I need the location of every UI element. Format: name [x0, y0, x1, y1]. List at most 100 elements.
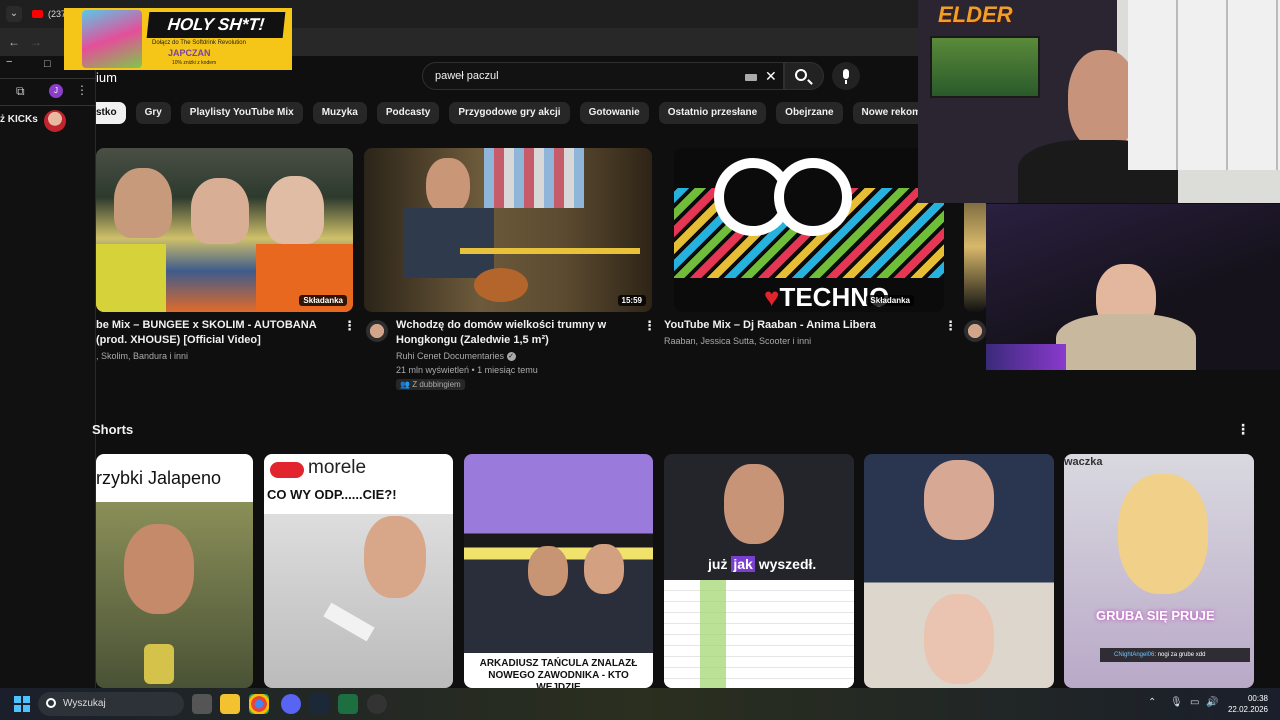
short-thumbnail[interactable]: rzybki Jalapeno [96, 454, 253, 688]
video-stats: 21 mln wyświetleń • 1 miesiąc temu [396, 365, 538, 375]
video-title[interactable]: Wchodzę do domów wielkości trumny w Hong… [396, 318, 636, 348]
channel-avatar[interactable] [964, 320, 986, 342]
windows-start-icon[interactable] [14, 696, 30, 712]
minus-icon[interactable]: − [6, 56, 12, 68]
discord-icon[interactable] [281, 694, 301, 714]
display-tray-icon[interactable]: ▭ [1190, 697, 1199, 708]
short-brand: morele [308, 457, 367, 478]
stream-overlay-name: ELDER [938, 2, 1013, 27]
video-meta: Raaban, Jessica Sutta, Scooter i inni [664, 336, 812, 346]
video-title[interactable]: be Mix – BUNGEE x SKOLIM - AUTOBANA (pro… [96, 318, 332, 348]
ad-fineprint: 10% zniżki z kodem [172, 60, 217, 66]
youtube-favicon-icon [32, 10, 43, 18]
chip-recently-uploaded[interactable]: Ostatnio przesłane [658, 102, 767, 124]
chip-games[interactable]: Gry [135, 102, 171, 124]
volume-icon[interactable]: 🔊 [1206, 697, 1218, 708]
voice-search-button[interactable] [832, 62, 860, 90]
tray-chevron-icon[interactable]: ⌃ [1148, 697, 1156, 708]
taskbar-search-label: Wyszukaj [63, 698, 106, 709]
verified-icon: ✓ [506, 352, 516, 362]
back-arrow-icon[interactable]: ← [6, 34, 22, 50]
keyboard-icon[interactable] [745, 74, 757, 81]
microphone-tray-icon[interactable]: 🎙 [1170, 697, 1183, 708]
taskbar-search[interactable]: Wyszukaj [38, 692, 184, 716]
short-thumbnail[interactable]: morele CO WY ODP......CIE?! [264, 454, 453, 688]
short-caption: już jak wyszedł. [708, 556, 816, 572]
search-input[interactable]: paweł paczul [435, 70, 499, 82]
chrome-icon[interactable] [249, 694, 269, 714]
mix-badge: Składanka [866, 295, 914, 306]
bookmark-kicks[interactable]: ż KICKs [0, 114, 38, 125]
chip-watched[interactable]: Obejrzane [776, 102, 843, 124]
channel-avatar[interactable] [366, 320, 388, 342]
caption-part-b: jak [731, 556, 755, 572]
filter-chips: stko Gry Playlisty YouTube Mix Muzyka Po… [96, 102, 968, 124]
short-caption: GRUBA SIĘ PRUJE [1096, 608, 1215, 623]
short-thumbnail[interactable]: ARKADIUSZ TAŃCULA ZNALAZŁ NOWEGO ZAWODNI… [464, 454, 653, 688]
video-thumbnail[interactable]: ♥TECHNO Składanka [674, 148, 944, 312]
ad-brand: JAPCZAN [168, 48, 211, 58]
short-caption: ARKADIUSZ TAŃCULA ZNALAZŁ NOWEGO ZAWODNI… [479, 658, 638, 688]
short-caption: rzybki Jalapeno [96, 468, 222, 488]
chat-text: nogi za grube xdd [1157, 652, 1206, 658]
short-thumbnail[interactable]: waczka GRUBA SIĘ PRUJE CNightAngel06: no… [1064, 454, 1254, 688]
video-thumbnail[interactable]: Składanka [96, 148, 353, 312]
browser-menu-icon[interactable]: ⋮ [76, 83, 88, 97]
tab-search-chevron-icon[interactable]: ⌄ [6, 6, 22, 22]
short-caption: CO WY ODP......CIE?! [267, 487, 397, 502]
chip-all[interactable]: stko [96, 102, 126, 124]
video-thumbnail[interactable]: 15:59 [364, 148, 652, 312]
shorts-menu-icon[interactable]: ⋮ [1236, 421, 1250, 438]
ad-subline: Dołącz do The Softdrink Revolution [152, 40, 246, 46]
short-thumbnail[interactable]: już jak wyszedł. [664, 454, 854, 688]
search-icon [46, 698, 56, 708]
sponsor-ad-overlay: HOLY SH*T! Dołącz do The Softdrink Revol… [64, 8, 292, 70]
dub-icon: 👥 [400, 380, 410, 389]
short-top-fragment: waczka [1064, 456, 1103, 468]
profile-avatar[interactable]: J [49, 84, 63, 98]
chip-music[interactable]: Muzyka [312, 102, 367, 124]
kick-avatar[interactable] [44, 110, 66, 132]
short-thumbnail[interactable] [864, 454, 1054, 688]
task-view-icon[interactable] [192, 694, 212, 714]
dub-label: Z dubbingiem [412, 380, 461, 389]
chat-user: CNightAngel06 [1114, 652, 1155, 658]
chip-podcasts[interactable]: Podcasty [376, 102, 440, 124]
file-explorer-icon[interactable] [220, 694, 240, 714]
system-clock[interactable]: 00:38 22.02.2026 [1228, 693, 1268, 715]
caption-part-a: już [708, 556, 732, 572]
video-menu-icon[interactable]: ⋮ [343, 318, 356, 334]
maximize-icon[interactable]: □ [44, 58, 51, 70]
mix-badge: Składanka [299, 295, 347, 306]
chip-mix-playlists[interactable]: Playlisty YouTube Mix [180, 102, 303, 124]
ad-headline: HOLY SH*T! [146, 12, 286, 38]
steam-icon[interactable] [309, 694, 329, 714]
chip-action-adventure[interactable]: Przygodowe gry akcji [449, 102, 570, 124]
video-title[interactable]: YouTube Mix – Dj Raaban - Anima Libera [664, 318, 924, 333]
streamer-webcam: ELDER [918, 0, 1280, 203]
duration-badge: 15:59 [617, 295, 646, 306]
obs-icon[interactable] [367, 694, 387, 714]
channel-name[interactable]: Ruhi Cenet Documentaries ✓ [396, 349, 516, 363]
forward-arrow-icon[interactable]: → [28, 34, 44, 50]
video-meta: , Skolim, Bandura i inni [96, 351, 189, 361]
video-menu-icon[interactable]: ⋮ [944, 318, 957, 334]
microphone-icon [843, 69, 849, 84]
channel-name-text[interactable]: Ruhi Cenet Documentaries [396, 351, 504, 361]
dubbing-badge: 👥 Z dubbingiem [396, 379, 465, 390]
extensions-puzzle-icon[interactable]: ⧉ [16, 84, 25, 99]
shorts-section-title: Shorts [92, 422, 134, 437]
windows-taskbar: Wyszukaj ⌃ 🎙 ▭ 🔊 00:38 22.02.2026 [0, 688, 1280, 720]
search-icon [795, 69, 807, 81]
search-box[interactable]: paweł paczul ✕ [422, 62, 784, 90]
excel-icon[interactable] [338, 694, 358, 714]
clear-search-icon[interactable]: ✕ [765, 68, 777, 85]
clock-date: 22.02.2026 [1227, 705, 1268, 714]
chat-message: CNightAngel06: nogi za grube xdd [1100, 648, 1250, 662]
caption-part-c: wyszedł. [754, 556, 817, 572]
video-menu-icon[interactable]: ⋮ [643, 318, 656, 334]
youtube-logo-fragment[interactable]: ium [96, 70, 117, 85]
chip-cooking[interactable]: Gotowanie [579, 102, 649, 124]
search-button[interactable] [784, 62, 824, 90]
browser-side-panel: − □ ⧉ J ⋮ ż KICKs [0, 56, 96, 688]
